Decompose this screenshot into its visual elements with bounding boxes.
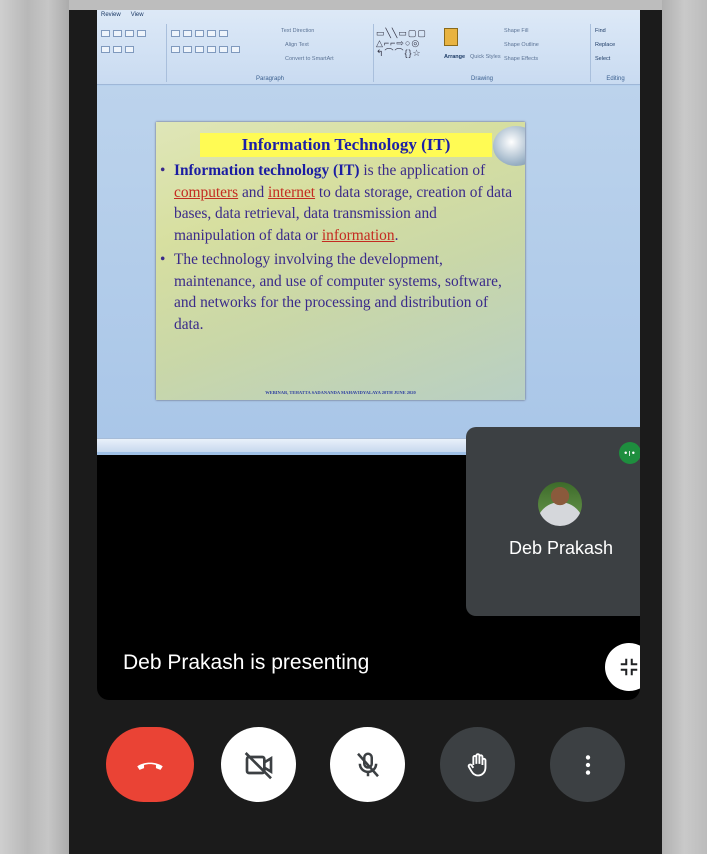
mic-toggle-button[interactable] bbox=[330, 727, 405, 802]
end-call-button[interactable] bbox=[106, 727, 194, 802]
more-options-button[interactable] bbox=[550, 727, 625, 802]
shape-outline-command: Shape Outline bbox=[504, 42, 539, 48]
ribbon-tab-review: Review bbox=[101, 12, 121, 18]
shape-fill-command: Shape Fill bbox=[504, 28, 529, 34]
arrange-icon bbox=[444, 28, 458, 46]
phone-frame: Review View Text Direction Align Text Co… bbox=[69, 10, 662, 854]
paragraph-group-label: Paragraph bbox=[255, 76, 285, 82]
minimize-presentation-button[interactable] bbox=[605, 643, 640, 691]
editing-group-label: Editing bbox=[606, 76, 625, 82]
select-command: Select bbox=[595, 56, 611, 62]
shapes-gallery: ▭╲╲▭▢▢ △⌐⌐⇨○◎ ↰⌒⌒{}☆ bbox=[376, 28, 427, 58]
replace-command: Replace bbox=[595, 42, 616, 48]
background-right bbox=[662, 0, 707, 854]
slide-bullet-2: • The technology involving the developme… bbox=[160, 249, 516, 335]
camera-toggle-button[interactable] bbox=[221, 727, 296, 802]
phone-hangup-icon bbox=[137, 762, 163, 770]
ribbon-tabs: Review View bbox=[101, 12, 144, 18]
slide-link-information: information bbox=[321, 226, 395, 244]
find-command: Find bbox=[595, 28, 606, 34]
avatar bbox=[538, 482, 582, 526]
slide-bullet-1-text-2: and bbox=[238, 183, 269, 201]
more-vert-icon bbox=[585, 754, 590, 775]
quick-styles-command: Quick Styles bbox=[470, 54, 501, 60]
drawing-group-label: Drawing bbox=[470, 76, 493, 82]
ribbon-drawing-group: ▭╲╲▭▢▢ △⌐⌐⇨○◎ ↰⌒⌒{}☆ Arrange Quick Styles … bbox=[374, 24, 591, 82]
slide-bullet-1: • Information technology (IT) is the app… bbox=[160, 162, 513, 244]
slide-bullet-1-text-4: . bbox=[394, 226, 399, 244]
background-left bbox=[0, 0, 69, 854]
audio-level-icon: •ı• bbox=[619, 442, 640, 464]
ribbon-tab-view: View bbox=[130, 12, 144, 18]
mic-off-icon bbox=[356, 752, 379, 777]
arrange-command: Arrange bbox=[444, 54, 466, 60]
slide-link-computers: computers bbox=[174, 183, 239, 201]
presenting-status: Deb Prakash is presenting bbox=[123, 651, 370, 674]
convert-smartart-command: Convert to SmartArt bbox=[285, 56, 334, 62]
fullscreen-exit-icon bbox=[620, 658, 638, 676]
ribbon-editing-group: Find Replace Select Editing bbox=[591, 24, 640, 82]
raise-hand-button[interactable] bbox=[440, 727, 515, 802]
slide-bullet-1-bold: Information technology (IT) bbox=[174, 162, 360, 179]
ribbon-paragraph-group: Text Direction Align Text Convert to Sma… bbox=[167, 24, 374, 82]
presentation-slide: Information Technology (IT) • Informatio… bbox=[156, 122, 525, 400]
slide-bullet-2-text: The technology involving the development… bbox=[174, 251, 502, 333]
shared-screen: Review View Text Direction Align Text Co… bbox=[97, 10, 640, 455]
text-direction-command: Text Direction bbox=[281, 28, 315, 34]
slide-bullet-1-text-1: is the application of bbox=[359, 162, 486, 179]
slide-footer: WEBINAR, TEHATTA SADANANDA MAHAVIDYALAYA… bbox=[265, 390, 416, 395]
video-off-icon bbox=[244, 751, 272, 779]
meeting-screen: Review View Text Direction Align Text Co… bbox=[97, 10, 640, 700]
participant-name: Deb Prakash bbox=[508, 538, 614, 558]
slide-body: • Information technology (IT) is the app… bbox=[160, 160, 516, 335]
shape-effects-command: Shape Effects bbox=[504, 56, 539, 62]
align-text-command: Align Text bbox=[285, 42, 309, 48]
powerpoint-ribbon: Review View Text Direction Align Text Co… bbox=[97, 10, 640, 85]
hand-icon bbox=[467, 752, 486, 776]
slide-title: Information Technology (IT) bbox=[200, 133, 492, 157]
participant-tile[interactable]: •ı• Deb Prakash bbox=[466, 427, 640, 616]
slide-link-internet: internet bbox=[268, 183, 316, 201]
ribbon-font-group bbox=[97, 24, 167, 82]
call-controls bbox=[69, 700, 662, 854]
